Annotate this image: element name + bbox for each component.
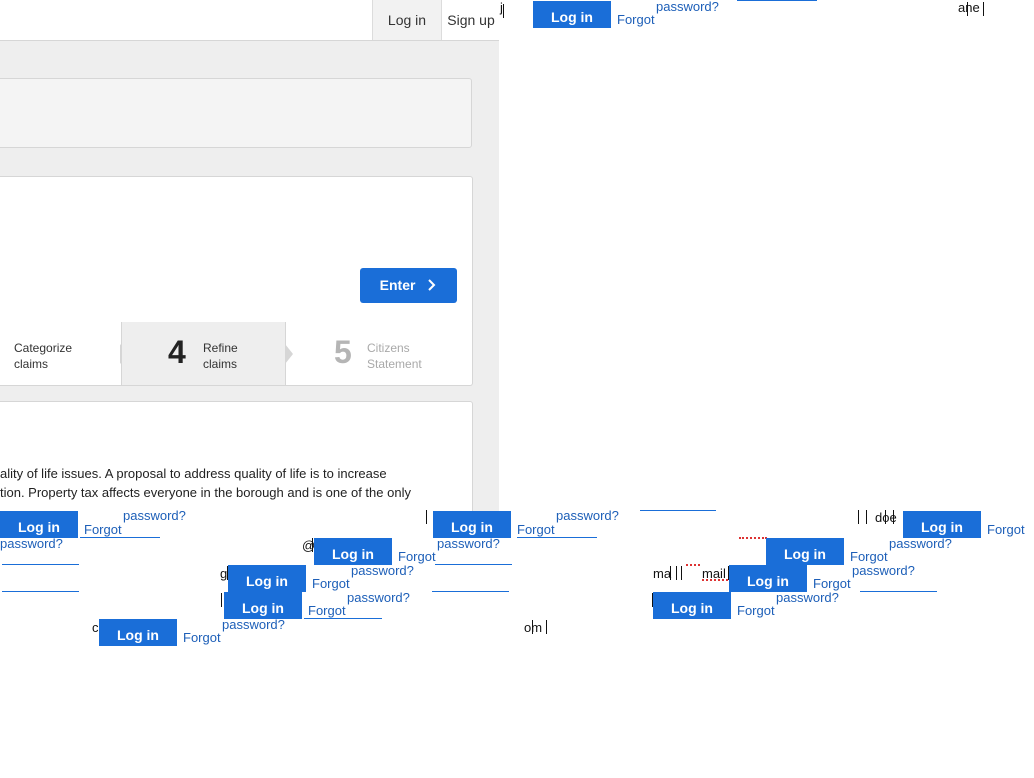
nav-signup-link[interactable]: Sign up [441, 0, 499, 40]
input-underline [432, 591, 509, 592]
statement-line: ality of life issues. A proposal to addr… [0, 466, 387, 481]
text-caret [893, 510, 894, 524]
step-label-line2: claims [203, 357, 238, 371]
password-link[interactable]: password? [222, 618, 285, 631]
step-label-line1: Refine [203, 341, 238, 355]
login-button[interactable]: Log in [766, 538, 844, 565]
forgot-link[interactable]: Forgot [813, 576, 851, 591]
spellcheck-underline [739, 537, 767, 539]
text-caret [866, 510, 867, 524]
input-underline [2, 564, 79, 565]
input-underline [860, 591, 937, 592]
text-caret [681, 566, 682, 580]
step-label-line2: Statement [367, 357, 422, 371]
password-link[interactable]: password? [889, 537, 952, 550]
input-underline [435, 564, 512, 565]
app-panel: Log in Sign up Enter Categorize claims 4… [0, 0, 499, 512]
input-underline [737, 0, 817, 1]
step-label-line1: Citizens [367, 341, 410, 355]
text-fragment: ane [958, 0, 980, 15]
password-link[interactable]: password? [0, 537, 63, 550]
statement-line: tion. Property tax affects everyone in t… [0, 485, 411, 500]
forgot-link[interactable]: Forgot [617, 12, 655, 27]
statement-text: ality of life issues. A proposal to addr… [0, 464, 470, 502]
text-caret [532, 620, 533, 634]
input-underline [517, 537, 597, 538]
password-link[interactable]: password? [123, 509, 186, 522]
claim-input-field[interactable] [0, 78, 472, 148]
spellcheck-underline [702, 579, 728, 581]
input-underline [304, 618, 382, 619]
chevron-right-icon [428, 279, 436, 291]
text-caret [967, 2, 968, 16]
step-number: 4 [168, 334, 186, 370]
text-caret [858, 510, 859, 524]
text-caret [221, 593, 222, 607]
spellcheck-underline [686, 564, 700, 566]
password-link[interactable]: password? [351, 564, 414, 577]
login-button[interactable]: Log in [0, 511, 78, 538]
input-underline [2, 591, 79, 592]
step-citizens-statement[interactable]: 5 Citizens Statement [286, 322, 472, 385]
forgot-link[interactable]: Forgot [308, 603, 346, 618]
password-link[interactable]: password? [347, 591, 410, 604]
text-caret [885, 510, 886, 524]
forgot-link[interactable]: Forgot [84, 522, 122, 537]
step-categorize[interactable]: Categorize claims [0, 322, 128, 385]
forgot-link[interactable]: Forgot [850, 549, 888, 564]
forgot-link[interactable]: Forgot [398, 549, 436, 564]
forgot-link[interactable]: Forgot [517, 522, 555, 537]
text-fragment: om [524, 620, 543, 635]
enter-button[interactable]: Enter [360, 268, 457, 303]
login-button[interactable]: Log in [224, 592, 302, 619]
login-button[interactable]: Log in [903, 511, 981, 538]
input-underline [640, 510, 716, 511]
login-button[interactable]: Log in [729, 565, 807, 592]
text-caret [670, 566, 671, 580]
forgot-link[interactable]: Forgot [312, 576, 350, 591]
step-number: 5 [334, 334, 352, 370]
login-button[interactable]: Log in [314, 538, 392, 565]
text-caret [983, 2, 984, 16]
text-caret [503, 4, 504, 18]
input-underline [80, 537, 160, 538]
password-link[interactable]: password? [776, 591, 839, 604]
text-caret [546, 620, 547, 634]
forgot-link[interactable]: Forgot [737, 603, 775, 618]
step-label-line1: Categorize [14, 341, 73, 355]
progress-steps: Categorize claims 4 Refine claims 5 Citi… [0, 322, 473, 386]
nav-login-link[interactable]: Log in [372, 0, 442, 40]
password-link[interactable]: password? [556, 509, 619, 522]
top-navigation-bar: Log in Sign up [0, 0, 499, 41]
step-refine[interactable]: 4 Refine claims [121, 322, 293, 385]
login-button[interactable]: Log in [99, 619, 177, 646]
text-caret [312, 538, 313, 552]
password-link[interactable]: password? [852, 564, 915, 577]
password-link[interactable]: password? [656, 0, 719, 13]
text-caret [676, 566, 677, 580]
login-button[interactable]: Log in [533, 1, 611, 28]
login-button[interactable]: Log in [653, 592, 731, 619]
text-fragment: c [92, 620, 99, 635]
forgot-link[interactable]: Forgot [183, 630, 221, 645]
password-link[interactable]: password? [437, 537, 500, 550]
text-caret [426, 510, 427, 524]
forgot-link[interactable]: Forgot [987, 522, 1025, 537]
login-button[interactable]: Log in [228, 565, 306, 592]
step-label-line2: claims [14, 357, 49, 371]
text-fragment: ma [653, 566, 672, 581]
login-button[interactable]: Log in [433, 511, 511, 538]
enter-button-label: Enter [379, 277, 416, 293]
